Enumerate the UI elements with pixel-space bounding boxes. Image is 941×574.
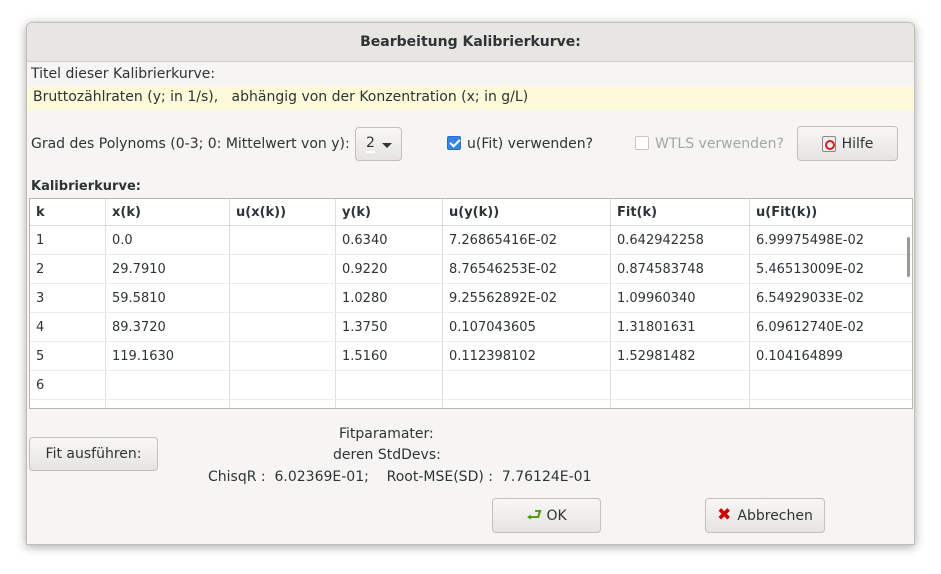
table-row[interactable]: 6 (30, 371, 912, 400)
cell-uy[interactable]: 9.25562892E-02 (443, 284, 611, 312)
cell-y[interactable]: 0.9220 (336, 255, 443, 283)
cell-k[interactable]: 2 (30, 255, 106, 283)
column-header-ufit[interactable]: u(Fit(k)) (750, 199, 912, 225)
cell-uy[interactable]: 0.112398102 (443, 342, 611, 370)
ok-button-label: OK (546, 507, 567, 524)
cell-uy[interactable]: 0.107043605 (443, 313, 611, 341)
cell-ux[interactable] (230, 313, 336, 341)
cell-fit[interactable]: 1.09960340 (611, 284, 750, 312)
table-row[interactable]: 2 29.7910 0.9220 8.76546253E-02 0.874583748 5… (30, 255, 912, 284)
cell-x[interactable]: 0.0 (106, 226, 230, 254)
polynomial-degree-select[interactable]: 2 (355, 127, 402, 161)
cell-fit[interactable]: 1.52981482 (611, 342, 750, 370)
calibration-dialog: Bearbeitung Kalibrierkurve: Titel dieser… (26, 22, 915, 545)
polynomial-degree-value: 2 (366, 135, 375, 153)
cell-k[interactable]: 3 (30, 284, 106, 312)
cell-uy[interactable]: 8.76546253E-02 (443, 255, 611, 283)
cell-ux[interactable] (230, 342, 336, 370)
cell-y[interactable] (336, 400, 443, 408)
cell-x[interactable]: 59.5810 (106, 284, 230, 312)
table-row[interactable]: 4 89.3720 1.3750 0.107043605 1.31801631 6.096… (30, 313, 912, 342)
cell-uy[interactable]: 7.26865416E-02 (443, 226, 611, 254)
help-icon (821, 135, 836, 152)
cell-fit[interactable]: 0.642942258 (611, 226, 750, 254)
table-scrollbar[interactable] (907, 237, 910, 277)
wtls-checkbox[interactable] (635, 136, 649, 150)
cell-ufit[interactable] (750, 400, 912, 408)
table-row[interactable]: 7 (30, 400, 912, 408)
cell-fit[interactable]: 0.874583748 (611, 255, 750, 283)
cell-fit[interactable] (611, 371, 750, 399)
cell-fit[interactable]: 1.31801631 (611, 313, 750, 341)
table-row[interactable]: 1 0.0 0.6340 7.26865416E-02 0.642942258 6.999… (30, 226, 912, 255)
cell-k[interactable]: 1 (30, 226, 106, 254)
cell-uy[interactable] (443, 371, 611, 399)
cell-k[interactable]: 7 (30, 400, 106, 408)
cell-ufit[interactable]: 6.09612740E-02 (750, 313, 912, 341)
polynomial-degree-label: Grad des Polynoms (0-3; 0: Mittelwert vo… (31, 136, 350, 152)
cell-uy[interactable] (443, 400, 611, 408)
cell-ufit[interactable]: 0.104164899 (750, 342, 912, 370)
calibration-table-label: Kalibrierkurve: (31, 179, 141, 194)
column-header-fit[interactable]: Fit(k) (611, 199, 750, 225)
run-fit-button[interactable]: Fit ausführen: (29, 437, 158, 471)
cell-x[interactable] (106, 371, 230, 399)
cancel-button[interactable]: ✖ Abbrechen (705, 498, 825, 533)
cell-y[interactable]: 0.6340 (336, 226, 443, 254)
curve-title-label: Titel dieser Kalibrierkurve: (31, 66, 216, 82)
cell-y[interactable]: 1.0280 (336, 284, 443, 312)
fit-parameters-label: Fitparamater: (339, 426, 434, 442)
chevron-down-icon (382, 143, 392, 148)
table-body: 1 0.0 0.6340 7.26865416E-02 0.642942258 6.999… (30, 226, 912, 408)
cell-ux[interactable] (230, 400, 336, 408)
cell-k[interactable]: 5 (30, 342, 106, 370)
cell-y[interactable]: 1.5160 (336, 342, 443, 370)
cell-ufit[interactable]: 6.54929033E-02 (750, 284, 912, 312)
close-icon: ✖ (717, 505, 732, 525)
column-header-x[interactable]: x(k) (106, 199, 230, 225)
ufit-label[interactable]: u(Fit) verwenden? (467, 136, 593, 152)
return-arrow-icon: ⮐ (526, 504, 543, 526)
cell-ux[interactable] (230, 371, 336, 399)
cell-ux[interactable] (230, 226, 336, 254)
calibration-table[interactable]: k x(k) u(x(k)) y(k) u(y(k)) Fit(k) u(Fit… (29, 198, 913, 409)
dialog-titlebar[interactable]: Bearbeitung Kalibrierkurve: (27, 23, 914, 62)
dialog-title: Bearbeitung Kalibrierkurve: (360, 34, 581, 50)
cell-k[interactable]: 6 (30, 371, 106, 399)
cell-ux[interactable] (230, 255, 336, 283)
wtls-label[interactable]: WTLS verwenden? (655, 136, 784, 152)
curve-title-input[interactable]: Bruttozählraten (y; in 1/s), abhängig vo… (27, 86, 914, 110)
cell-y[interactable] (336, 371, 443, 399)
help-button[interactable]: Hilfe (797, 126, 898, 161)
cell-y[interactable]: 1.3750 (336, 313, 443, 341)
table-row[interactable]: 3 59.5810 1.0280 9.25562892E-02 1.09960340 6.… (30, 284, 912, 313)
cancel-button-label: Abbrechen (737, 507, 813, 524)
std-devs-label: deren StdDevs: (333, 447, 441, 463)
cell-ufit[interactable]: 6.99975498E-02 (750, 226, 912, 254)
cell-ufit[interactable] (750, 371, 912, 399)
column-header-k[interactable]: k (30, 199, 106, 225)
chisq-result: ChisqR : 6.02369E-01; Root-MSE(SD) : 7.7… (208, 469, 592, 485)
cell-k[interactable]: 4 (30, 313, 106, 341)
ufit-checkbox[interactable] (447, 136, 461, 150)
cell-ufit[interactable]: 5.46513009E-02 (750, 255, 912, 283)
column-header-ux[interactable]: u(x(k)) (230, 199, 336, 225)
help-button-label: Hilfe (841, 135, 874, 152)
column-header-y[interactable]: y(k) (336, 199, 443, 225)
cell-ux[interactable] (230, 284, 336, 312)
cell-x[interactable]: 89.3720 (106, 313, 230, 341)
column-header-uy[interactable]: u(y(k)) (443, 199, 611, 225)
table-header: k x(k) u(x(k)) y(k) u(y(k)) Fit(k) u(Fit… (30, 199, 912, 226)
cell-x[interactable] (106, 400, 230, 408)
ok-button[interactable]: ⮐ OK (492, 498, 601, 533)
cell-x[interactable]: 119.1630 (106, 342, 230, 370)
cell-fit[interactable] (611, 400, 750, 408)
cell-x[interactable]: 29.7910 (106, 255, 230, 283)
table-row[interactable]: 5 119.1630 1.5160 0.112398102 1.52981482 0.10… (30, 342, 912, 371)
